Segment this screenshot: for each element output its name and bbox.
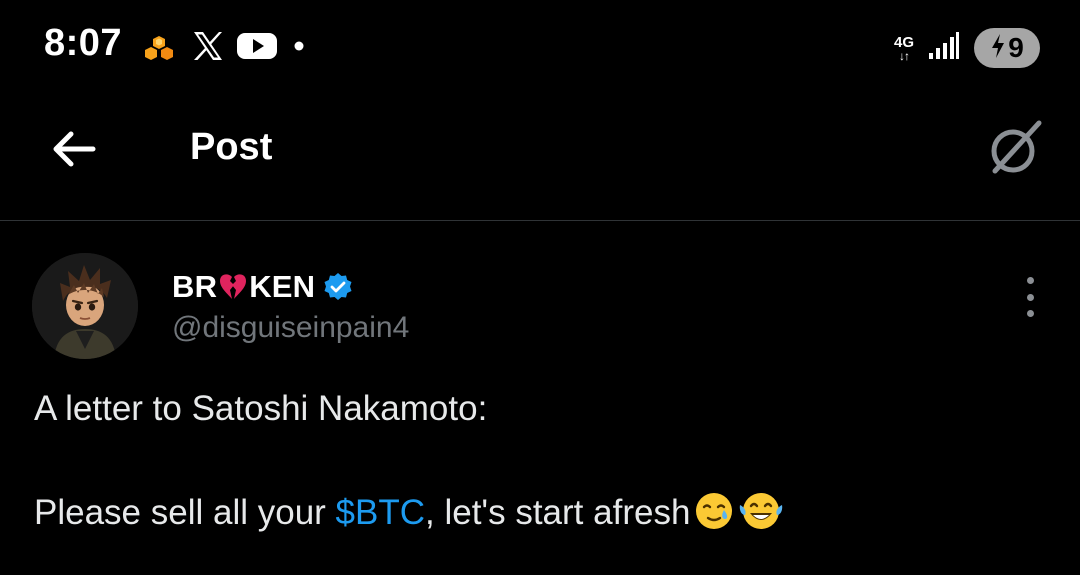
app-header: Post: [0, 96, 1080, 221]
author-name-row[interactable]: BR KEN: [172, 269, 353, 309]
avatar-image: [32, 253, 138, 359]
status-time: 8:07: [44, 22, 123, 64]
author-name-part: BR: [172, 269, 218, 304]
youtube-icon: [236, 30, 278, 67]
verified-badge-icon: [323, 272, 353, 307]
arrow-left-icon: [51, 129, 97, 174]
more-notifications-dot: [288, 35, 310, 62]
network-type-indicator: 4G ↓↑: [894, 35, 914, 62]
post: BR KEN @disguiseinpain4 A letter to Sato…: [0, 221, 1080, 575]
more-dot: [1026, 277, 1034, 284]
grok-button[interactable]: [980, 116, 1050, 186]
tears-of-joy-icon: [738, 491, 784, 540]
back-button[interactable]: [42, 124, 106, 178]
broken-heart-icon: [218, 273, 248, 309]
status-bar: 8:07 4G ↓↑ 9: [0, 0, 1080, 96]
author-handle[interactable]: @disguiseinpain4: [172, 311, 409, 345]
more-dot: [1026, 310, 1034, 317]
post-text-line-1: A letter to Satoshi Nakamoto:: [34, 389, 488, 428]
notification-icons: [140, 26, 310, 70]
x-logo-icon: [190, 28, 226, 69]
author-name-part: KEN: [249, 269, 316, 304]
grok-icon: [983, 117, 1047, 186]
more-dot: [1026, 293, 1034, 301]
signal-strength-icon: [928, 31, 960, 66]
more-options-button[interactable]: [1016, 277, 1044, 317]
honeycomb-icon: [140, 26, 180, 71]
post-text-segment: , let's start afresh: [425, 493, 691, 532]
page-title: Post: [190, 126, 273, 168]
post-text-line-2: Please sell all your $BTC, let's start a…: [34, 491, 784, 540]
cashtag-link[interactable]: $BTC: [336, 493, 425, 532]
author-display-name[interactable]: BR KEN: [172, 269, 315, 309]
post-text-segment: Please sell all your: [34, 493, 336, 532]
smiling-face-with-tear-icon: [694, 491, 734, 540]
system-icons: 4G ↓↑ 9: [894, 26, 1040, 70]
network-activity-arrows: ↓↑: [898, 48, 910, 63]
battery-level: 9: [1008, 32, 1024, 63]
charging-bolt-icon: [990, 33, 1006, 64]
battery-indicator: 9: [974, 28, 1040, 68]
avatar[interactable]: [32, 253, 138, 359]
network-generation: 4G: [893, 33, 914, 51]
